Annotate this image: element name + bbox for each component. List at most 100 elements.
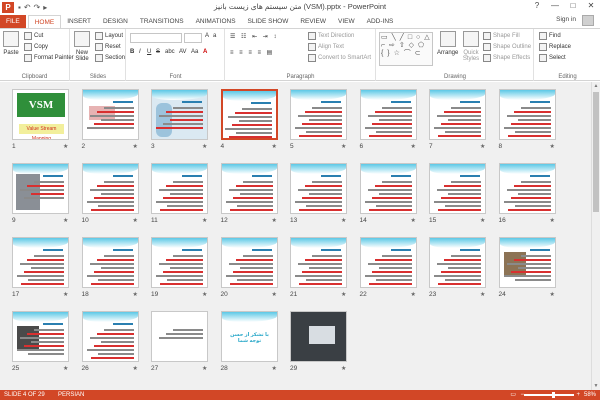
slide-thumbnail-3[interactable] — [151, 89, 208, 140]
slide-transition-star-icon[interactable]: ★ — [133, 217, 138, 224]
scroll-down-icon[interactable]: ▼ — [592, 383, 600, 389]
italic-button[interactable]: I — [139, 49, 141, 55]
shape-fill-button[interactable]: Shape Fill — [483, 32, 520, 40]
slide-transition-star-icon[interactable]: ★ — [272, 143, 277, 150]
slide-transition-star-icon[interactable]: ★ — [341, 143, 346, 150]
underline-button[interactable]: U — [147, 49, 151, 55]
slide-thumbnail-17[interactable] — [12, 237, 69, 288]
slide-thumbnail-9[interactable] — [12, 163, 69, 214]
slide-thumbnail-20[interactable] — [220, 237, 278, 288]
reset-button[interactable]: Reset — [95, 43, 121, 51]
undo-icon[interactable]: ↶ — [24, 3, 31, 12]
tab-slide-show[interactable]: SLIDE SHOW — [242, 15, 295, 28]
slide-transition-star-icon[interactable]: ★ — [63, 217, 68, 224]
tab-insert[interactable]: INSERT — [61, 15, 97, 28]
slide-transition-star-icon[interactable]: ★ — [272, 291, 277, 298]
slide-transition-star-icon[interactable]: ★ — [341, 365, 346, 372]
find-button[interactable]: Find — [539, 32, 561, 40]
list-buttons[interactable]: ☰ ☷ ⇤ ⇥ ↕ — [230, 33, 278, 40]
slide-transition-star-icon[interactable]: ★ — [202, 143, 207, 150]
grow-font-icon[interactable]: A — [205, 33, 209, 39]
slide-transition-star-icon[interactable]: ★ — [341, 217, 346, 224]
maximize-button[interactable]: □ — [564, 0, 582, 12]
convert-smartart-button[interactable]: Convert to SmartArt — [308, 54, 371, 62]
replace-button[interactable]: Replace — [539, 43, 571, 51]
tab-transitions[interactable]: TRANSITIONS — [134, 15, 190, 28]
help-button[interactable]: ? — [528, 0, 546, 12]
zoom-plus-button[interactable]: + — [576, 390, 580, 400]
tab-view[interactable]: VIEW — [332, 15, 361, 28]
scrollbar-thumb[interactable] — [593, 92, 599, 212]
slide-transition-star-icon[interactable]: ★ — [480, 143, 485, 150]
text-shadow-button[interactable]: abc — [165, 49, 175, 55]
slide-thumbnail-2[interactable] — [81, 89, 139, 140]
tab-file[interactable]: FILE — [0, 15, 26, 28]
font-color-button[interactable]: A — [203, 49, 207, 55]
slide-thumbnail-1[interactable]: VSM Value Stream Mapping — [12, 89, 69, 140]
sign-in-link[interactable]: Sign in — [556, 16, 576, 23]
font-size-combo[interactable] — [184, 33, 202, 43]
strikethrough-button[interactable]: S — [156, 49, 160, 55]
minimize-button[interactable]: — — [546, 0, 564, 12]
slide-thumbnail-18[interactable] — [81, 237, 139, 288]
bold-button[interactable]: B — [130, 49, 134, 55]
scroll-up-icon[interactable]: ▲ — [592, 83, 600, 89]
tab-review[interactable]: REVIEW — [294, 15, 332, 28]
slide-thumbnail-15[interactable] — [429, 163, 486, 214]
slide-transition-star-icon[interactable]: ★ — [272, 365, 277, 372]
copy-button[interactable]: Copy — [24, 43, 48, 51]
slide-thumbnail-4[interactable] — [220, 89, 278, 140]
slide-thumbnail-25[interactable] — [12, 311, 69, 362]
slide-transition-star-icon[interactable]: ★ — [550, 217, 555, 224]
paste-button[interactable]: Paste — [3, 31, 19, 56]
text-direction-button[interactable]: Text Direction — [308, 32, 354, 40]
slide-transition-star-icon[interactable]: ★ — [411, 143, 416, 150]
arrange-button[interactable]: Arrange — [437, 31, 458, 56]
slide-thumbnail-8[interactable] — [498, 89, 556, 140]
slide-thumbnail-6[interactable] — [359, 89, 417, 140]
tab-add-ins[interactable]: ADD-INS — [361, 15, 400, 28]
slide-transition-star-icon[interactable]: ★ — [550, 143, 555, 150]
shrink-font-icon[interactable]: a — [213, 33, 216, 39]
slide-thumbnail-23[interactable] — [429, 237, 486, 288]
redo-icon[interactable]: ↷ — [34, 3, 41, 12]
slide-thumbnail-13[interactable] — [290, 163, 347, 214]
slide-transition-star-icon[interactable]: ★ — [411, 217, 416, 224]
select-button[interactable]: Select — [539, 54, 566, 62]
section-button[interactable]: Section — [95, 54, 125, 62]
slide-thumbnail-7[interactable] — [429, 89, 486, 140]
slide-transition-star-icon[interactable]: ★ — [133, 291, 138, 298]
slide-transition-star-icon[interactable]: ★ — [480, 217, 485, 224]
slide-transition-star-icon[interactable]: ★ — [63, 291, 68, 298]
slide-thumbnail-16[interactable] — [498, 163, 556, 214]
zoom-slider-knob[interactable] — [551, 392, 555, 398]
slide-thumbnail-11[interactable] — [151, 163, 208, 214]
zoom-slider[interactable] — [524, 394, 574, 396]
slide-transition-star-icon[interactable]: ★ — [133, 365, 138, 372]
tab-animations[interactable]: ANIMATIONS — [190, 15, 242, 28]
quick-styles-button[interactable]: Quick Styles — [461, 31, 481, 62]
slide-thumbnail-10[interactable] — [81, 163, 139, 214]
vertical-scrollbar[interactable]: ▲ ▼ — [591, 82, 600, 390]
shape-effects-button[interactable]: Shape Effects — [483, 54, 530, 62]
slide-thumbnail-21[interactable] — [290, 237, 347, 288]
change-case-button[interactable]: Aa — [191, 49, 198, 55]
shape-outline-button[interactable]: Shape Outline — [483, 43, 531, 51]
align-text-button[interactable]: Align Text — [308, 43, 344, 51]
slide-thumbnail-29[interactable] — [290, 311, 347, 362]
slide-thumbnail-22[interactable] — [359, 237, 417, 288]
char-spacing-button[interactable]: AV — [179, 49, 187, 55]
slide-transition-star-icon[interactable]: ★ — [202, 291, 207, 298]
slide-thumbnail-5[interactable] — [290, 89, 347, 140]
normal-view-icon[interactable]: ▭ — [510, 390, 516, 400]
slide-transition-star-icon[interactable]: ★ — [411, 291, 416, 298]
slide-transition-star-icon[interactable]: ★ — [202, 365, 207, 372]
tab-design[interactable]: DESIGN — [97, 15, 134, 28]
save-icon[interactable]: ▪ — [18, 3, 21, 12]
slide-transition-star-icon[interactable]: ★ — [272, 217, 277, 224]
slide-thumbnail-27[interactable] — [151, 311, 208, 362]
slide-thumbnail-28[interactable]: با تشکر از حسن توجه شما — [220, 311, 278, 362]
slide-transition-star-icon[interactable]: ★ — [341, 291, 346, 298]
close-button[interactable]: ✕ — [582, 0, 600, 12]
shapes-gallery[interactable]: ▭ ╲ ╱ □ ○ △ ⌐ ⇨ ⇧ ◇ ⬠ { } ☆ ⌒ ⊂ — [379, 32, 433, 66]
